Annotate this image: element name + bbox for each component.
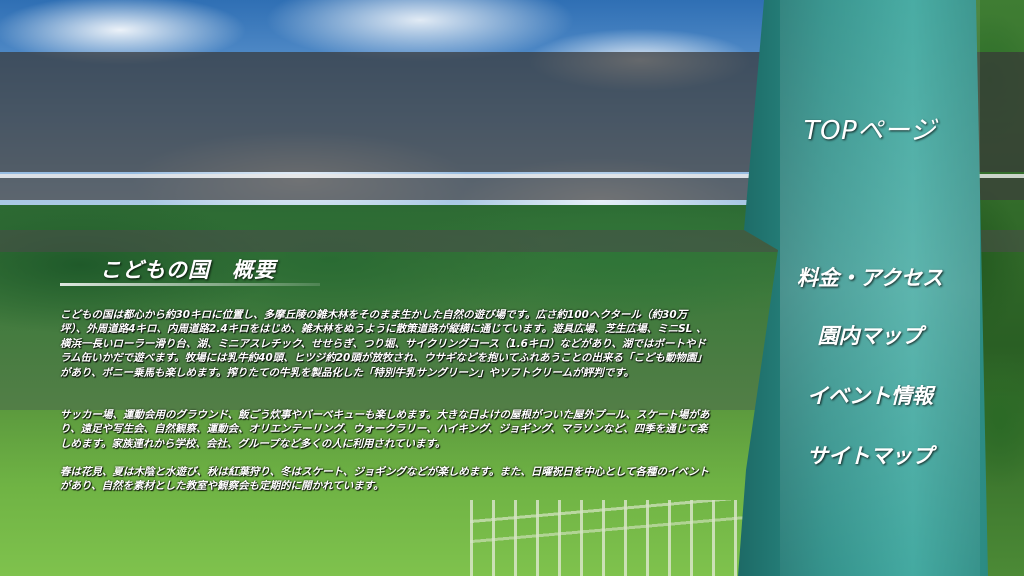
- nav-fee-access-link[interactable]: 料金・アクセス: [770, 262, 970, 292]
- overview-paragraph-3: 春は花見、夏は木陰と水遊び、秋は紅葉狩り、冬はスケート、ジョギングなどが楽しめま…: [60, 466, 710, 493]
- nav-event-info-link[interactable]: イベント情報: [770, 380, 970, 410]
- nav-top-link[interactable]: TOPページ: [770, 110, 970, 147]
- overview-paragraph-2: サッカー場、運動会用のグラウンド、飯ごう炊事やバーベキューも楽しめます。大きな日…: [60, 409, 710, 450]
- overview-content: こどもの国 概要 こどもの国は都心から約30キロに位置し、多摩丘陵の雑木林をその…: [0, 250, 790, 576]
- nav-park-map-link[interactable]: 園内マップ: [770, 320, 970, 350]
- section-underline: [60, 283, 320, 286]
- nav-sitemap-link[interactable]: サイトマップ: [770, 440, 970, 470]
- section-title: こどもの国 概要: [100, 258, 276, 282]
- overview-paragraph-1: こどもの国は都心から約30キロに位置し、多摩丘陵の雑木林をそのまま生かした自然の…: [60, 309, 708, 379]
